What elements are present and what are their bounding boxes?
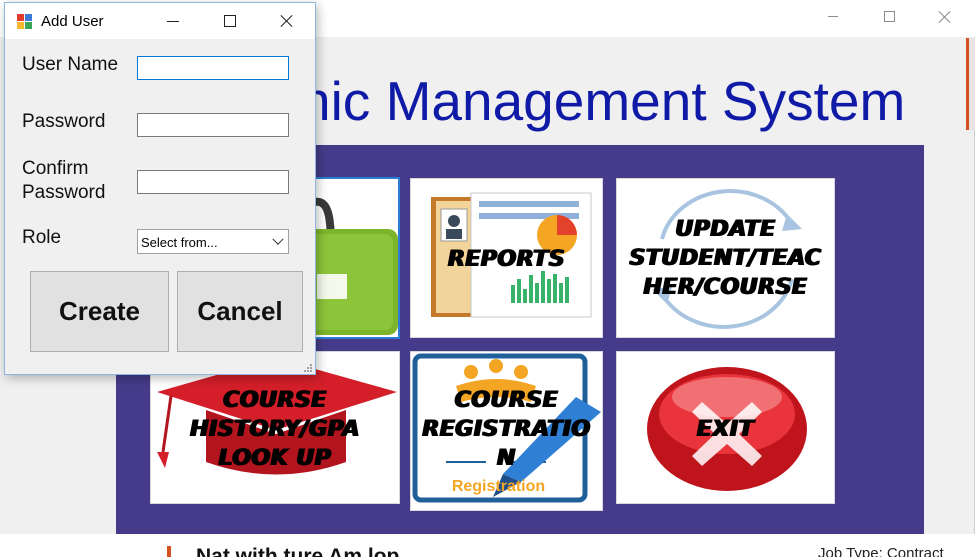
password-input[interactable] (137, 113, 289, 137)
dialog-title: Add User (41, 13, 104, 30)
create-button[interactable]: Create (30, 271, 169, 352)
add-user-dialog: Add User User Name Password Confirm Pass… (4, 2, 316, 375)
app-title: nic Management System (300, 70, 906, 132)
tile-registration-label-2: REGISTRATIO (422, 417, 591, 442)
minimize-icon (828, 16, 838, 17)
dialog-titlebar: Add User (5, 3, 315, 39)
tile-reports-label: REPORTS (447, 247, 566, 272)
confirm-password-input[interactable] (137, 170, 289, 194)
resize-grip-icon[interactable] (301, 361, 313, 373)
username-label: User Name (22, 54, 119, 75)
role-label: Role (22, 227, 62, 248)
registration-banner: Registration (451, 478, 546, 495)
maximize-icon (224, 15, 236, 27)
confirm-password-label: Confirm Password (22, 158, 106, 203)
tile-history-label-2: HISTORY/GPA (190, 417, 360, 442)
tile-history-label-1: COURSE (223, 388, 327, 413)
role-select-value: Select from... (141, 235, 218, 250)
tile-history-label-3: LOOK UP (218, 446, 332, 471)
tile-update-label-1: UPDATE (675, 217, 776, 242)
dialog-maximize-button[interactable] (210, 7, 250, 35)
tile-registration-label-1: COURSE (454, 388, 559, 413)
close-icon (281, 15, 293, 27)
bottom-text-right: Job Type: Contract (818, 545, 944, 557)
maximize-icon (883, 11, 895, 22)
main-maximize-button[interactable] (866, 0, 912, 33)
cancel-button[interactable]: Cancel (177, 271, 303, 352)
tile-reports[interactable]: REPORTS (410, 178, 603, 338)
dialog-close-button[interactable] (267, 7, 307, 35)
tile-exit[interactable]: EXIT (616, 351, 835, 504)
close-icon (939, 11, 951, 23)
main-close-button[interactable] (922, 0, 968, 33)
side-strip (966, 38, 975, 130)
chevron-down-icon (272, 233, 284, 245)
tile-update-label-3: HER/COURSE (643, 275, 808, 300)
tile-update[interactable]: UPDATE STUDENT/TEAC HER/COURSE (616, 178, 835, 338)
username-input[interactable] (137, 56, 289, 80)
tile-exit-label: EXIT (696, 417, 755, 442)
minimize-icon (167, 20, 179, 22)
password-label: Password (22, 111, 106, 132)
tile-registration[interactable]: COURSE REGISTRATIO N Registration (410, 351, 603, 511)
bottom-text-left: Nat with ture Am lop (196, 545, 400, 557)
tile-registration-label-3: N (497, 446, 516, 471)
app-icon (17, 14, 32, 29)
dialog-minimize-button[interactable] (153, 7, 193, 35)
main-minimize-button[interactable] (810, 0, 856, 33)
tile-update-label-2: STUDENT/TEAC (629, 246, 822, 271)
bottom-accent-bar (167, 546, 171, 557)
role-select[interactable]: Select from... (137, 229, 289, 254)
desktop: nic Management System EACHE SE (0, 0, 977, 557)
